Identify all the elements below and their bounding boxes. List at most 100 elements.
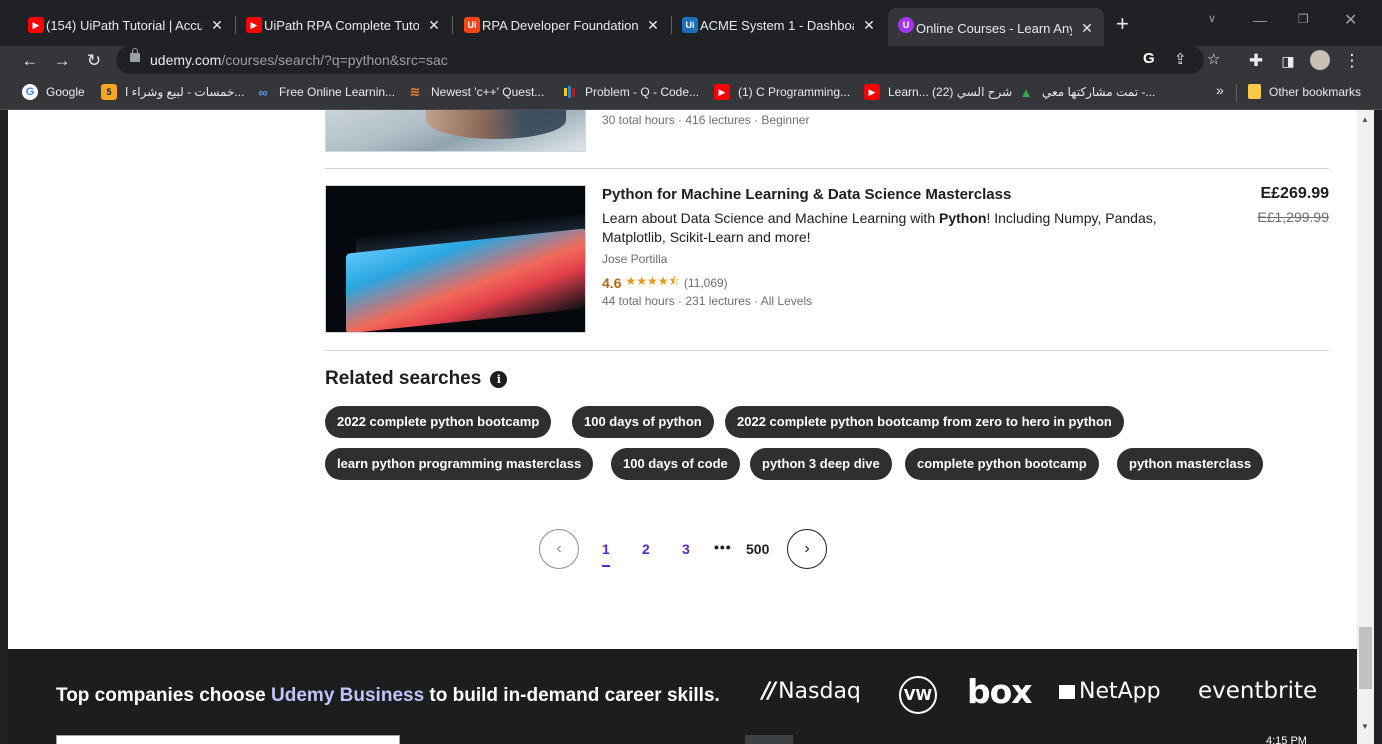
codeforces-icon	[561, 84, 577, 100]
close-icon[interactable]: ✕	[862, 17, 876, 34]
related-searches-heading: Related searches i	[325, 368, 508, 390]
close-window-button[interactable]: ✕	[1344, 10, 1357, 30]
bookmarks-bar: G Google 5 خمسات - لبيع وشراء ا... ∞ Fre…	[0, 76, 1382, 110]
youtube-icon: ▶	[864, 84, 880, 100]
tab-title: UiPath RPA Complete Tutoria	[264, 17, 419, 33]
business-footer: Top companies choose Udemy Business to b…	[8, 649, 1357, 744]
related-search-chip[interactable]: learn python programming masterclass	[325, 448, 594, 480]
google-icon: G	[22, 84, 38, 100]
scroll-up-icon[interactable]: ▲	[1361, 115, 1369, 124]
page-3-link[interactable]: 3	[682, 541, 690, 557]
tab-search-icon[interactable]: ∨	[1208, 12, 1216, 25]
scroll-down-icon[interactable]: ▼	[1361, 722, 1369, 731]
back-button[interactable]: ←	[19, 50, 41, 72]
next-page-button[interactable]: ›	[787, 529, 827, 569]
stackoverflow-icon: ≋	[409, 84, 421, 99]
share-icon[interactable]: ⇪	[1174, 50, 1187, 68]
vw-logo: VW	[899, 676, 937, 714]
business-tagline: Top companies choose Udemy Business to b…	[56, 685, 720, 706]
udemy-icon: U	[898, 17, 914, 33]
tab-title: (154) UiPath Tutorial | Accura	[46, 17, 202, 33]
bookmark-google[interactable]: G Google	[22, 84, 85, 100]
chevron-right-icon: »	[1216, 82, 1224, 98]
course-meta: 44 total hours · 231 lectures · All Leve…	[602, 294, 813, 308]
scrollbar-thumb[interactable]	[1359, 627, 1372, 689]
lock-icon	[130, 48, 140, 62]
other-bookmarks[interactable]: Other bookmarks	[1248, 84, 1361, 99]
rating-value: 4.6	[602, 274, 622, 291]
bookmark-codeforces[interactable]: Problem - Q - Code...	[561, 84, 699, 100]
bookmark-khamsat[interactable]: 5 خمسات - لبيع وشراء ا...	[101, 84, 244, 100]
extensions-icon[interactable]: ✚	[1245, 50, 1267, 72]
course-original-price: E£1,299.99	[1257, 209, 1329, 225]
tab-title: Online Courses - Learn Anyth	[916, 20, 1072, 36]
bookmark-learn-c[interactable]: ▶ Learn... شرح السي (22)	[864, 84, 1012, 100]
box-logo: box	[967, 672, 1033, 711]
tab-rpa-developer[interactable]: Ui RPA Developer Foundation ✕	[454, 10, 670, 40]
side-panel-icon[interactable]: ◨	[1277, 50, 1299, 72]
related-search-chip[interactable]: 2022 complete python bootcamp from zero …	[725, 406, 1124, 438]
address-bar[interactable]: udemy.com/courses/search/?q=python&src=s…	[116, 46, 1220, 74]
more-bookmarks-button[interactable]: »	[1216, 82, 1224, 98]
close-icon[interactable]: ✕	[427, 17, 441, 34]
related-search-chip[interactable]: 2022 complete python bootcamp	[325, 406, 552, 438]
info-icon[interactable]: i	[490, 370, 508, 388]
bookmark-label: Newest 'c++' Quest...	[431, 85, 545, 99]
reload-button[interactable]: ↻	[83, 50, 105, 72]
footer-input[interactable]	[56, 735, 400, 744]
divider	[325, 168, 1329, 169]
tab-udemy-active[interactable]: U Online Courses - Learn Anyth ✕	[888, 8, 1104, 46]
close-icon[interactable]: ✕	[210, 17, 224, 34]
restore-button[interactable]: ❐	[1298, 12, 1309, 26]
bookmark-label: Free Online Learnin...	[279, 85, 396, 99]
bookmark-drive[interactable]: ▲ تمت مشاركتها معي -...	[1018, 84, 1156, 100]
related-search-chip[interactable]: complete python bootcamp	[905, 448, 1099, 480]
tab-title: RPA Developer Foundation	[482, 17, 638, 33]
page-last-link[interactable]: 500	[746, 541, 769, 557]
youtube-icon: ▶	[28, 17, 44, 33]
tab-strip: ▶ (154) UiPath Tutorial | Accura ✕ ▶ UiP…	[0, 0, 1382, 46]
uipath-icon: Ui	[682, 17, 698, 33]
related-search-chip[interactable]: python masterclass	[1117, 448, 1264, 480]
udemy-business-link[interactable]: Udemy Business	[271, 685, 424, 706]
url-text: udemy.com/courses/search/?q=python&src=s…	[150, 52, 448, 68]
course-thumbnail[interactable]	[325, 110, 586, 152]
menu-icon[interactable]: ⋮	[1341, 50, 1363, 72]
prev-page-button[interactable]: ‹	[539, 529, 579, 569]
bookmark-c-programming[interactable]: ▶ (1) C Programming...	[714, 84, 850, 100]
footer-block	[745, 735, 793, 744]
minimize-button[interactable]: —	[1253, 12, 1267, 28]
avatar[interactable]	[1309, 50, 1331, 72]
pagination-ellipsis: •••	[714, 539, 732, 555]
bookmark-label: (1) C Programming...	[738, 85, 851, 99]
bookmark-label: Problem - Q - Code...	[585, 85, 700, 99]
related-search-chip[interactable]: 100 days of code	[611, 448, 740, 480]
related-search-chip[interactable]: python 3 deep dive	[750, 448, 892, 480]
tab-acme-dashboard[interactable]: Ui ACME System 1 - Dashboard ✕	[672, 10, 886, 40]
tab-uipath-rpa[interactable]: ▶ UiPath RPA Complete Tutoria ✕	[236, 10, 451, 40]
google-lens-icon[interactable]: G	[1143, 50, 1155, 67]
forward-button[interactable]: →	[51, 50, 73, 72]
course-title[interactable]: Python for Machine Learning & Data Scien…	[602, 186, 1011, 203]
page-2-link[interactable]: 2	[642, 541, 650, 557]
course-instructor: Jose Portilla	[602, 252, 668, 266]
related-search-chip[interactable]: 100 days of python	[572, 406, 714, 438]
tab-title: ACME System 1 - Dashboard	[700, 17, 854, 33]
bookmark-stackoverflow[interactable]: ≋ Newest 'c++' Quest...	[407, 84, 545, 100]
bookmark-coursera[interactable]: ∞ Free Online Learnin...	[255, 84, 395, 100]
new-tab-button[interactable]: +	[1116, 13, 1129, 35]
course-description: Learn about Data Science and Machine Lea…	[602, 210, 1157, 245]
heading-text: Related searches	[325, 368, 482, 389]
close-icon[interactable]: ✕	[646, 17, 660, 34]
uipath-icon: Ui	[464, 17, 480, 33]
close-icon[interactable]: ✕	[1080, 20, 1094, 37]
browser-toolbar: ← → ↻ udemy.com/courses/search/?q=python…	[0, 46, 1382, 76]
course-thumbnail[interactable]	[325, 185, 586, 333]
star-rating-icon: ★★★★⯪	[625, 274, 680, 288]
scrollbar[interactable]: ▲ ▼	[1357, 110, 1374, 744]
bookmark-label: تمت مشاركتها معي -...	[1042, 85, 1156, 99]
page-1-link[interactable]: 1	[602, 541, 610, 567]
star-bookmark-icon[interactable]: ☆	[1207, 50, 1220, 68]
tab-uipath-tutorial[interactable]: ▶ (154) UiPath Tutorial | Accura ✕	[18, 10, 234, 40]
nasdaq-logo: //Nasdaq	[762, 679, 861, 704]
